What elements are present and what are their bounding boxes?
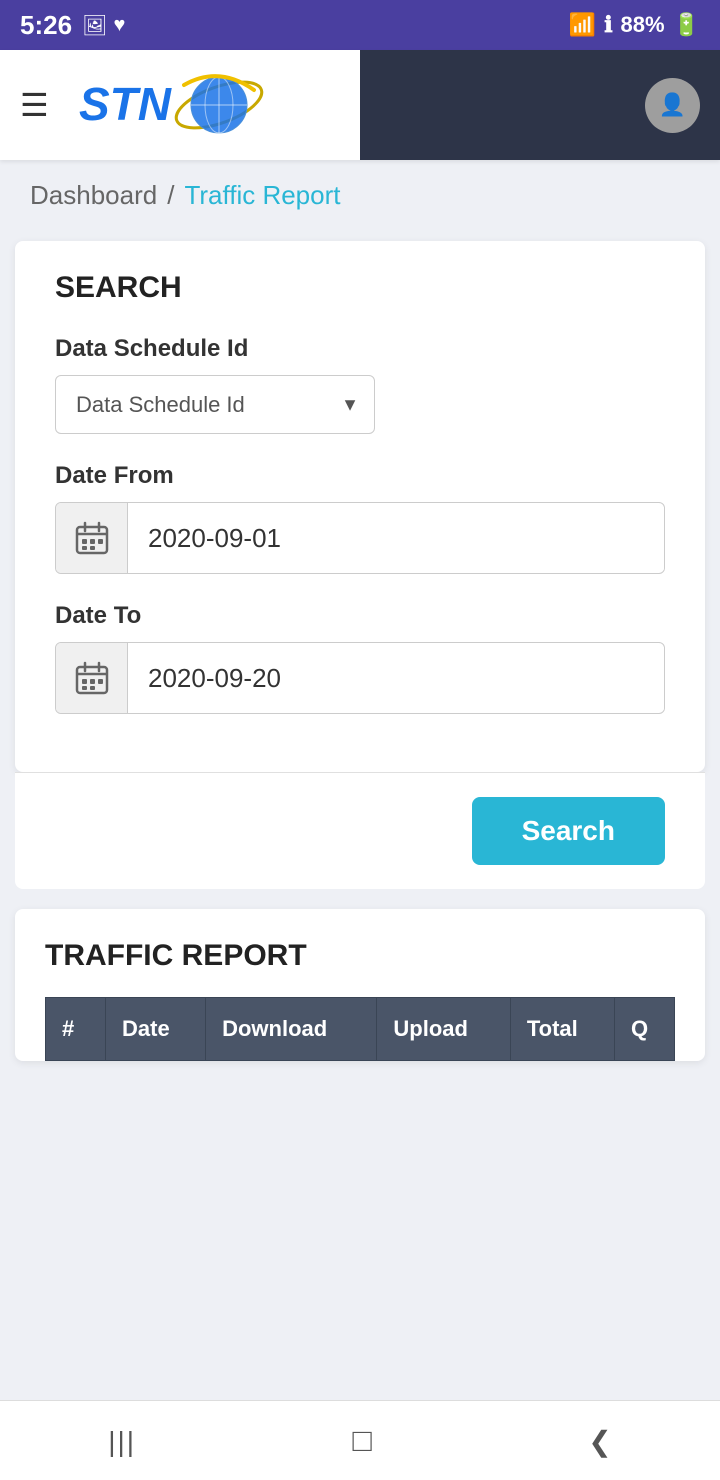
data-schedule-select-wrapper: Data Schedule Id ▼	[55, 375, 375, 434]
svg-text:STN: STN	[79, 78, 172, 130]
logo: STN	[69, 70, 269, 140]
battery-level: 88%	[621, 12, 665, 38]
status-left: 5:26 🖼 ♥	[20, 10, 125, 41]
status-time: 5:26	[20, 10, 72, 41]
search-card: SEARCH Data Schedule Id Data Schedule Id…	[15, 241, 705, 772]
col-header-total: Total	[510, 998, 614, 1061]
battery-icon: 🔋	[673, 12, 700, 38]
col-header-q: Q	[615, 998, 675, 1061]
calendar-to-icon[interactable]	[56, 643, 128, 713]
nav-home-button[interactable]: □	[323, 1412, 402, 1469]
bottom-nav: ||| □ ❮	[0, 1400, 720, 1480]
col-header-number: #	[46, 998, 106, 1061]
search-button-area: Search	[15, 772, 705, 889]
data-schedule-select[interactable]: Data Schedule Id	[55, 375, 375, 434]
breadcrumb-dashboard[interactable]: Dashboard	[30, 180, 157, 211]
data-schedule-label: Data Schedule Id	[55, 335, 665, 363]
date-to-label: Date To	[55, 602, 665, 630]
traffic-report-title: TRAFFIC REPORT	[45, 939, 675, 973]
data-schedule-group: Data Schedule Id Data Schedule Id ▼	[55, 335, 665, 434]
date-from-wrapper: 2020-09-01	[55, 502, 665, 574]
table-container: # Date Download Upload Total Q	[45, 997, 675, 1061]
traffic-card: TRAFFIC REPORT # Date Download Upload To…	[15, 909, 705, 1061]
avatar-icon: 👤	[659, 92, 686, 118]
date-from-group: Date From 2020-09-01	[55, 462, 665, 574]
status-icons: 🖼 ♥	[82, 13, 125, 38]
date-to-group: Date To 2020-09-20	[55, 602, 665, 714]
status-bar: 5:26 🖼 ♥ 📶 ℹ 88% 🔋	[0, 0, 720, 50]
search-title: SEARCH	[55, 271, 665, 305]
breadcrumb-separator: /	[167, 180, 174, 211]
date-to-input[interactable]: 2020-09-20	[128, 647, 664, 710]
bottom-spacer	[0, 1061, 720, 1161]
wifi-icon: 📶	[569, 12, 596, 38]
traffic-table: # Date Download Upload Total Q	[45, 997, 675, 1061]
date-from-label: Date From	[55, 462, 665, 490]
breadcrumb-current: Traffic Report	[184, 180, 340, 211]
search-button[interactable]: Search	[472, 797, 665, 865]
header-dark-area: 👤	[360, 50, 720, 160]
nav-menu-button[interactable]: |||	[78, 1412, 166, 1469]
breadcrumb: Dashboard / Traffic Report	[0, 160, 720, 231]
home-square-icon: □	[353, 1422, 372, 1458]
nav-back-button[interactable]: ❮	[558, 1412, 641, 1469]
photo-icon: 🖼	[82, 13, 107, 38]
col-header-upload: Upload	[377, 998, 510, 1061]
heart-icon: ♥	[113, 14, 125, 37]
avatar[interactable]: 👤	[645, 78, 700, 133]
date-from-input[interactable]: 2020-09-01	[128, 507, 664, 570]
back-chevron-icon: ❮	[588, 1426, 611, 1457]
table-header-row: # Date Download Upload Total Q	[46, 998, 675, 1061]
date-to-wrapper: 2020-09-20	[55, 642, 665, 714]
col-header-download: Download	[206, 998, 377, 1061]
signal-icon: ℹ	[604, 12, 612, 38]
header-left: ☰ STN	[20, 70, 269, 140]
calendar-from-icon[interactable]	[56, 503, 128, 573]
menu-lines-icon: |||	[108, 1426, 136, 1457]
status-right: 📶 ℹ 88% 🔋	[569, 12, 700, 38]
col-header-date: Date	[106, 998, 206, 1061]
hamburger-icon[interactable]: ☰	[20, 86, 49, 124]
header: ☰ STN 👤	[0, 50, 720, 160]
